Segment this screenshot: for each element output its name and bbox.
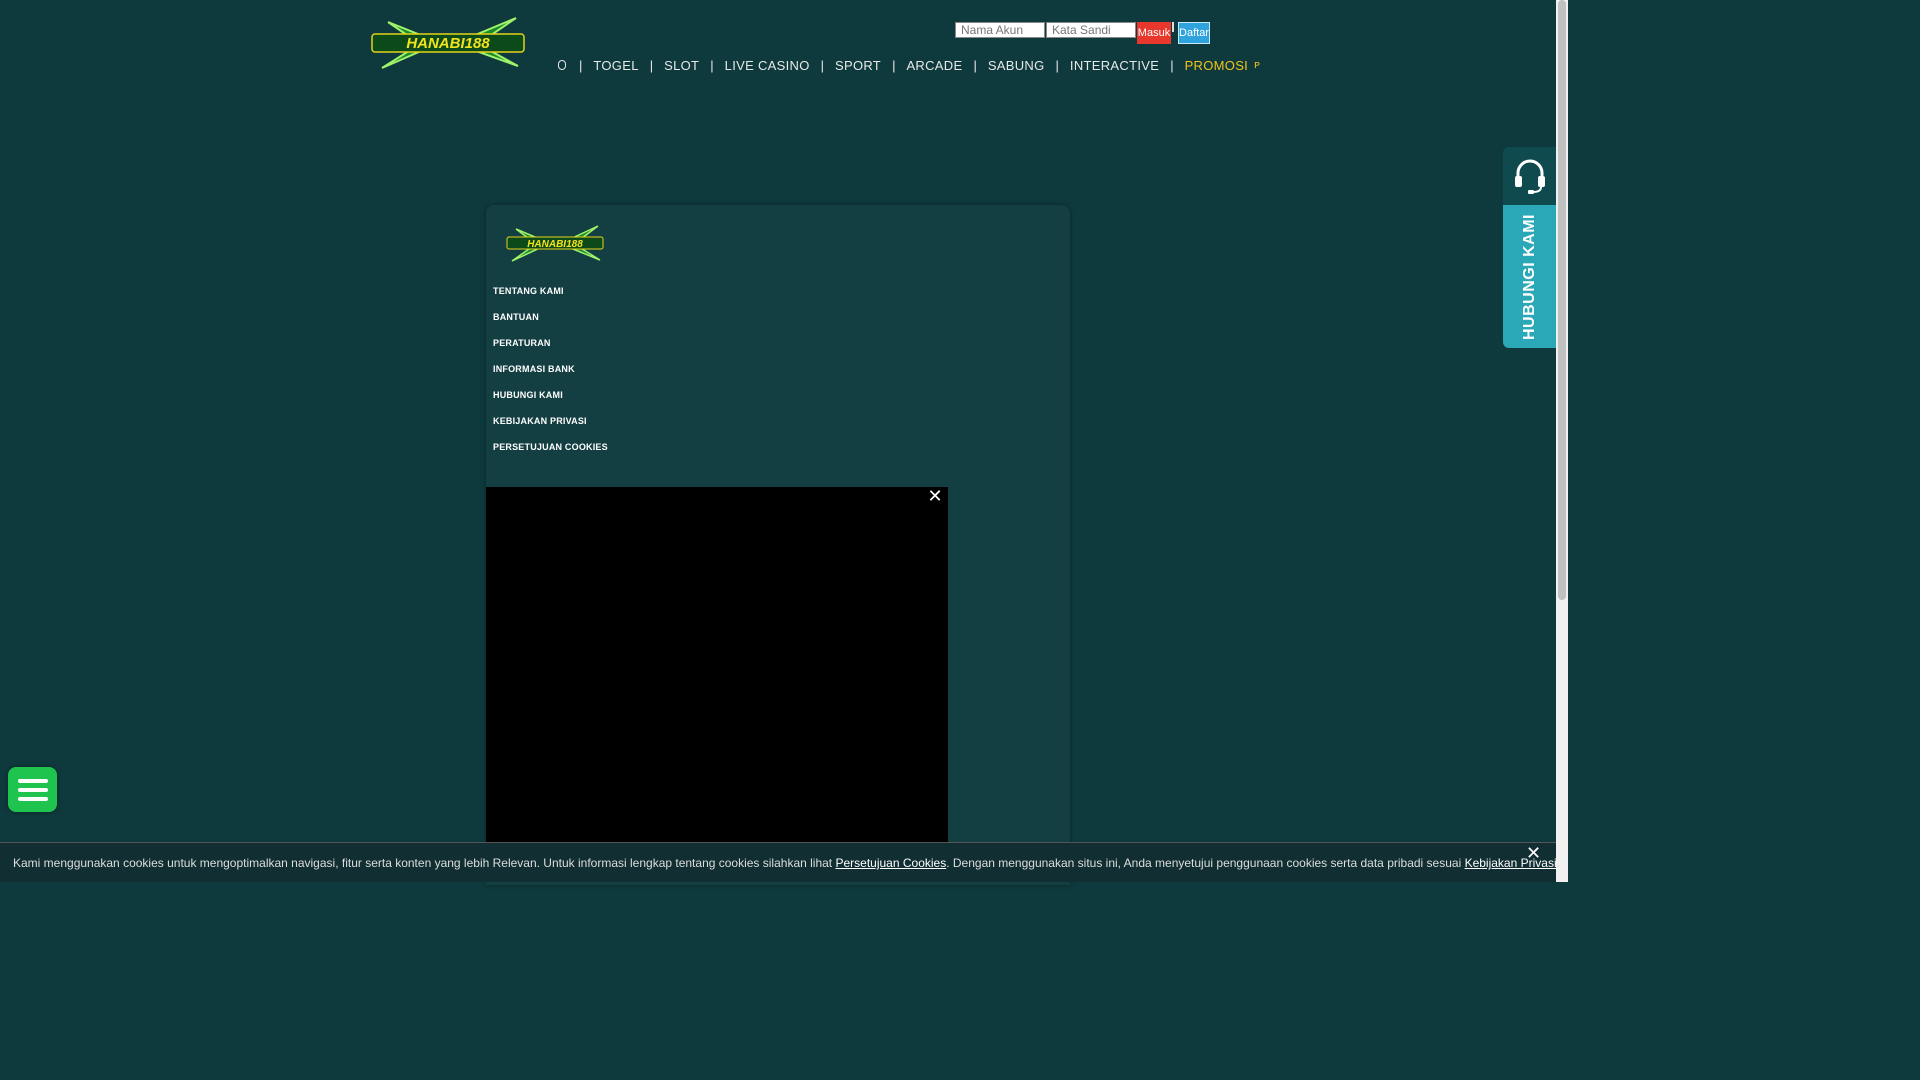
nav-item-live-casino[interactable]: LIVE CASINO bbox=[725, 58, 810, 73]
nav-separator: | bbox=[579, 57, 583, 73]
nav-item-promosi[interactable]: PROMOSI bbox=[1185, 58, 1249, 73]
nav-item-arcade[interactable]: ARCADE bbox=[906, 58, 962, 73]
cookie-text: Kami menggunakan cookies untuk mengoptim… bbox=[13, 856, 1560, 870]
page: HANABI188 Masuk Daftar | TOGEL | SLOT | … bbox=[0, 0, 1568, 885]
nav-item-slot[interactable]: SLOT bbox=[664, 58, 699, 73]
password-input[interactable] bbox=[1046, 22, 1136, 38]
contact-tab[interactable]: HUBUNGI KAMI bbox=[1503, 147, 1556, 348]
headset-icon bbox=[1514, 159, 1545, 194]
nav-separator: | bbox=[820, 57, 824, 73]
contact-header[interactable] bbox=[1503, 147, 1556, 205]
nav-separator: | bbox=[892, 57, 896, 73]
nav-separator: | bbox=[1055, 57, 1059, 73]
link-kebijakan-privasi[interactable]: KEBIJAKAN PRIVASI bbox=[493, 413, 608, 439]
cookie-bar: Kami menggunakan cookies untuk mengoptim… bbox=[0, 842, 1560, 882]
nav-item-sport[interactable]: SPORT bbox=[835, 58, 881, 73]
username-input[interactable] bbox=[955, 22, 1045, 38]
hamburger-icon bbox=[17, 796, 48, 801]
cookie-consent-link[interactable]: Persetujuan Cookies bbox=[835, 856, 946, 870]
video-popup[interactable]: ✕ bbox=[486, 487, 948, 882]
menu-button[interactable] bbox=[8, 767, 57, 812]
panel-links: TENTANG KAMI BANTUAN PERATURAN INFORMASI… bbox=[493, 283, 608, 465]
site-logo[interactable]: HANABI188 bbox=[368, 14, 528, 70]
close-icon[interactable]: ✕ bbox=[926, 487, 944, 505]
nav-item-interactive[interactable]: INTERACTIVE bbox=[1070, 58, 1159, 73]
link-persetujuan-cookies[interactable]: PERSETUJUAN COOKIES bbox=[493, 439, 608, 465]
nav-separator: | bbox=[649, 57, 654, 73]
link-hubungi-kami[interactable]: HUBUNGI KAMI bbox=[493, 387, 608, 413]
login-bar: Masuk Daftar bbox=[955, 22, 1210, 44]
nav-item-sabung[interactable]: SABUNG bbox=[988, 58, 1045, 73]
register-button[interactable]: Daftar bbox=[1178, 22, 1210, 44]
gift-icon[interactable]: ᴘ bbox=[1254, 59, 1260, 71]
login-separator bbox=[1172, 22, 1174, 32]
main-nav: | TOGEL | SLOT | LIVE CASINO | SPORT | A… bbox=[556, 56, 1260, 74]
link-bantuan[interactable]: BANTUAN bbox=[493, 309, 608, 335]
contact-label-box[interactable]: HUBUNGI KAMI bbox=[1503, 205, 1556, 348]
link-tentang-kami[interactable]: TENTANG KAMI bbox=[493, 283, 608, 309]
nav-separator: | bbox=[1170, 57, 1174, 73]
cookie-text-part: . bbox=[1556, 856, 1560, 870]
nav-item-togel[interactable]: TOGEL bbox=[593, 58, 638, 73]
scrollbar[interactable] bbox=[1556, 0, 1568, 882]
nav-separator: | bbox=[973, 57, 977, 73]
cookie-text-part: . Dengan menggunakan situs ini, Anda men… bbox=[946, 856, 1465, 870]
hamburger-icon bbox=[17, 787, 48, 792]
link-informasi-bank[interactable]: INFORMASI BANK bbox=[493, 361, 608, 387]
contact-label: HUBUNGI KAMI bbox=[1520, 213, 1538, 340]
nav-separator: | bbox=[710, 57, 714, 73]
link-peraturan[interactable]: PERATURAN bbox=[493, 335, 608, 361]
cookie-close-icon[interactable]: ✕ bbox=[1526, 843, 1544, 863]
scrollbar-thumb[interactable] bbox=[1558, 0, 1566, 600]
panel-logo: HANABI188 bbox=[506, 225, 604, 262]
logo-text: HANABI188 bbox=[406, 35, 490, 52]
hamburger-icon bbox=[17, 778, 48, 783]
panel-logo-text: HANABI188 bbox=[527, 239, 583, 250]
login-button[interactable]: Masuk bbox=[1137, 22, 1171, 44]
home-icon[interactable] bbox=[558, 60, 566, 70]
cookie-text-part: Kami menggunakan cookies untuk mengoptim… bbox=[13, 856, 836, 870]
